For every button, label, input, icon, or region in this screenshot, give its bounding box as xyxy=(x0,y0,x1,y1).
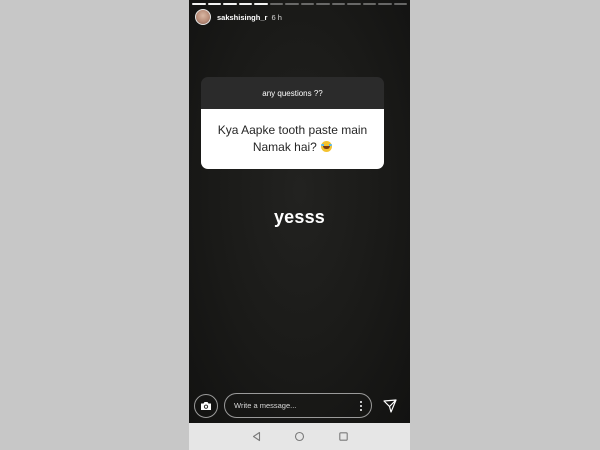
username[interactable]: sakshisingh_r xyxy=(217,13,267,22)
more-options-icon[interactable] xyxy=(359,401,362,411)
story-progress-bar xyxy=(192,3,407,5)
progress-segment xyxy=(316,3,330,5)
laughing-emoji-icon xyxy=(321,141,333,152)
avatar[interactable] xyxy=(195,9,211,25)
message-input-placeholder: Write a message... xyxy=(234,401,297,410)
progress-segment xyxy=(362,3,376,5)
progress-segment xyxy=(269,3,283,5)
progress-segment xyxy=(192,3,206,5)
android-nav-bar xyxy=(189,423,410,450)
timestamp: 6 h xyxy=(271,12,282,22)
progress-segment xyxy=(331,3,345,5)
question-answer: Kya Aapke tooth paste main Namak hai? xyxy=(201,109,384,169)
recents-icon[interactable] xyxy=(338,431,349,442)
progress-segment xyxy=(300,3,314,5)
message-input[interactable]: Write a message... xyxy=(224,393,372,418)
story-view[interactable]: sakshisingh_r 6 h any questions ?? Kya A… xyxy=(189,0,410,423)
reply-text: yesss xyxy=(273,207,326,227)
question-prompt: any questions ?? xyxy=(201,77,384,109)
progress-segment xyxy=(378,3,392,5)
question-sticker: any questions ?? Kya Aapke tooth paste m… xyxy=(201,77,384,169)
send-icon[interactable] xyxy=(382,398,398,414)
answer-line-1: Kya Aapke tooth paste main xyxy=(217,123,368,137)
progress-segment xyxy=(285,3,299,5)
phone-screen: sakshisingh_r 6 h any questions ?? Kya A… xyxy=(189,0,410,450)
progress-segment xyxy=(347,3,361,5)
progress-segment xyxy=(238,3,252,5)
answer-line-2: Namak hai? xyxy=(252,140,317,154)
camera-icon xyxy=(201,402,211,410)
story-header: sakshisingh_r 6 h xyxy=(195,9,282,25)
progress-segment xyxy=(223,3,237,5)
back-icon[interactable] xyxy=(251,431,262,442)
camera-button[interactable] xyxy=(194,394,218,418)
home-icon[interactable] xyxy=(294,431,305,442)
progress-segment xyxy=(254,3,268,5)
progress-segment xyxy=(393,3,407,5)
progress-segment xyxy=(207,3,221,5)
